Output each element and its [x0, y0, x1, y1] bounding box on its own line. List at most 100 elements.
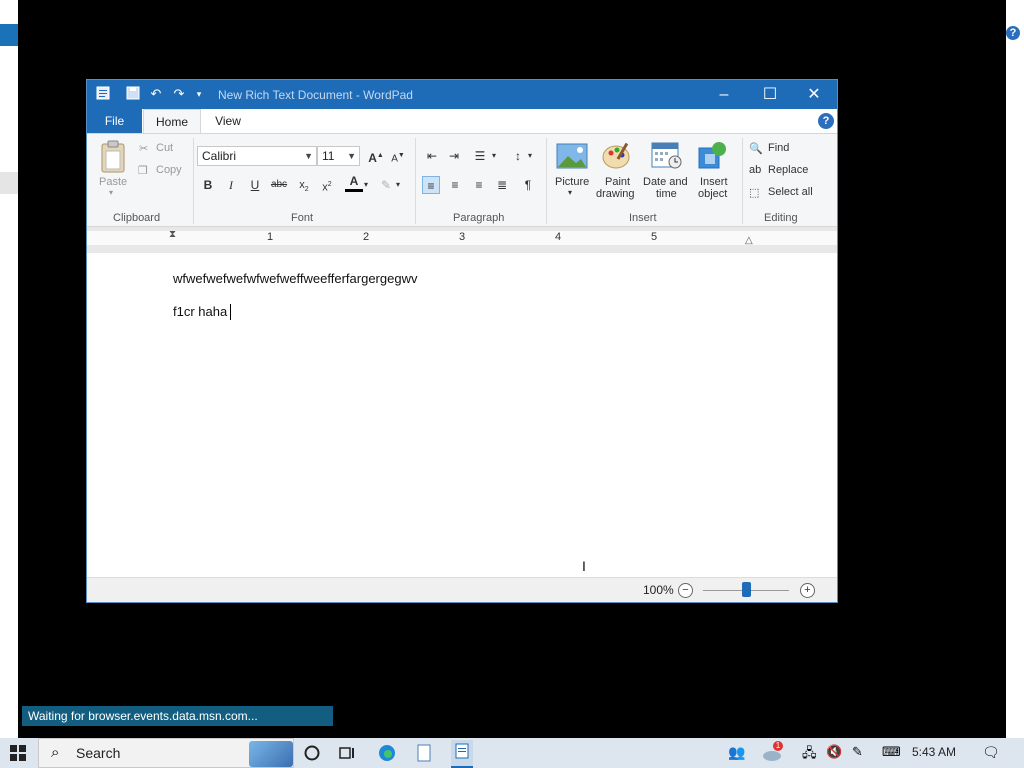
paragraph-group-label: Paragraph: [453, 212, 505, 224]
scissors-icon: ✂: [139, 143, 149, 155]
grow-font-icon[interactable]: A▲: [367, 147, 385, 165]
paint-label-1[interactable]: Paint: [605, 176, 630, 188]
help-icon[interactable]: ?: [818, 113, 834, 129]
find-icon: 🔍: [749, 143, 763, 155]
date-time-icon[interactable]: [651, 140, 683, 170]
text-color-dropdown-icon[interactable]: ▾: [361, 176, 371, 194]
background-window-left-edge: [0, 0, 18, 740]
customize-quick-access-icon[interactable]: ▾: [191, 86, 207, 102]
font-size-select[interactable]: 11 ▼: [317, 146, 360, 166]
bullets-dropdown-icon[interactable]: ▾: [489, 147, 499, 165]
tab-view[interactable]: View: [213, 109, 243, 133]
document-area[interactable]: wfwefwefwefwfwefweffweefferfargergegwv f…: [87, 253, 837, 577]
justify-icon[interactable]: ≣: [493, 176, 511, 194]
object-label-1[interactable]: Insert: [700, 176, 728, 188]
undo-icon[interactable]: ↶: [148, 86, 164, 102]
replace-button[interactable]: Replace: [768, 164, 808, 176]
zoom-in-icon[interactable]: +: [800, 583, 815, 598]
background-help-icon[interactable]: ?: [1006, 26, 1020, 40]
zoom-slider-thumb[interactable]: [741, 582, 751, 597]
paste-dropdown-icon[interactable]: ▾: [109, 188, 113, 197]
picture-button[interactable]: Picture: [555, 176, 589, 188]
decrease-indent-icon[interactable]: ⇤: [423, 147, 441, 165]
ribbon-home: Paste ▾ ✂ Cut ❐ Copy Clipboard Calibri ▼…: [87, 133, 837, 227]
insert-object-icon[interactable]: [697, 140, 729, 170]
chevron-down-icon: ▼: [304, 151, 313, 161]
redo-icon[interactable]: ↷: [171, 86, 187, 102]
close-button[interactable]: ✕: [791, 80, 837, 109]
wordpad-app-icon[interactable]: [95, 86, 111, 102]
align-right-icon[interactable]: ≡: [470, 176, 488, 194]
picture-dropdown-icon[interactable]: ▾: [568, 188, 572, 197]
find-button[interactable]: Find: [768, 142, 789, 154]
align-left-icon[interactable]: ≡: [422, 176, 440, 194]
cut-button[interactable]: Cut: [156, 142, 173, 154]
bold-icon[interactable]: B: [199, 176, 217, 194]
insert-group-label: Insert: [629, 212, 657, 224]
notepad-icon[interactable]: [415, 744, 433, 762]
object-label-2[interactable]: object: [698, 188, 727, 200]
keyboard-icon[interactable]: ⌨: [882, 744, 901, 762]
picture-icon[interactable]: [556, 142, 588, 172]
ruler-mark: 4: [555, 231, 562, 243]
taskbar-search-box[interactable]: ⌕ Search: [38, 738, 294, 768]
paste-button[interactable]: Paste: [99, 176, 127, 188]
task-view-icon[interactable]: [338, 744, 356, 762]
pen-icon[interactable]: ✎: [852, 744, 870, 762]
strikethrough-icon[interactable]: abc: [270, 176, 288, 194]
zoom-out-icon[interactable]: −: [678, 583, 693, 598]
edge-browser-icon[interactable]: [378, 744, 396, 762]
subscript-icon[interactable]: x2: [295, 176, 313, 194]
select-all-button[interactable]: Select all: [768, 186, 813, 198]
editing-group-label: Editing: [764, 212, 798, 224]
save-icon[interactable]: [125, 86, 141, 102]
date-label-2[interactable]: time: [656, 188, 677, 200]
background-blue-tab: [0, 24, 18, 46]
group-divider: [193, 138, 194, 224]
font-family-value: Calibri: [202, 149, 237, 163]
font-size-value: 11: [322, 149, 335, 163]
ribbon-tabs: File Home View ?: [87, 109, 837, 133]
italic-icon[interactable]: I: [222, 176, 240, 194]
font-family-select[interactable]: Calibri ▼: [197, 146, 317, 166]
ruler[interactable]: 1 2 3 4 5 ⧗ △: [87, 227, 837, 253]
minimize-button[interactable]: –: [701, 80, 747, 109]
taskbar-search-label: Search: [76, 745, 121, 761]
highlight-dropdown-icon[interactable]: ▾: [393, 176, 403, 194]
search-icon: ⌕: [51, 744, 60, 761]
tab-file[interactable]: File: [87, 109, 142, 133]
select-all-icon: ⬚: [749, 187, 760, 199]
copy-button[interactable]: Copy: [156, 164, 182, 176]
paste-icon[interactable]: [99, 140, 127, 174]
tab-home[interactable]: Home: [143, 109, 201, 133]
volume-muted-icon[interactable]: 🔇: [826, 744, 844, 762]
shrink-font-icon[interactable]: A▼: [389, 147, 407, 165]
ruler-mark: 3: [459, 231, 466, 243]
document-line[interactable]: f1cr haha: [173, 304, 227, 319]
date-label-1[interactable]: Date and: [643, 176, 688, 188]
search-highlight-image: [249, 741, 293, 767]
left-indent-handle[interactable]: ⧗: [169, 229, 176, 240]
document-line[interactable]: wfwefwefwefwfwefweffweefferfargergegwv: [173, 271, 417, 286]
underline-icon[interactable]: U: [246, 176, 264, 194]
paint-drawing-icon[interactable]: [601, 140, 633, 170]
paragraph-settings-icon[interactable]: ¶: [519, 176, 537, 194]
people-icon[interactable]: 👥: [728, 744, 746, 762]
network-icon[interactable]: 🖧: [802, 744, 820, 762]
cortana-icon[interactable]: [303, 744, 321, 762]
right-indent-handle[interactable]: △: [745, 235, 753, 246]
increase-indent-icon[interactable]: ⇥: [445, 147, 463, 165]
maximize-button[interactable]: ☐: [747, 80, 793, 109]
action-center-icon[interactable]: 🗨: [982, 744, 1000, 762]
taskbar-clock[interactable]: 5:43 AM: [912, 745, 956, 759]
windows-start-icon[interactable]: [10, 745, 26, 761]
bullets-icon[interactable]: ☰: [471, 147, 489, 165]
wordpad-taskbar-icon[interactable]: [451, 740, 473, 768]
replace-icon: ab: [749, 164, 762, 176]
zoom-level: 100%: [643, 583, 674, 597]
title-bar[interactable]: ↶ ↷ ▾ New Rich Text Document - WordPad –…: [87, 80, 837, 109]
superscript-icon[interactable]: x2: [318, 176, 336, 194]
line-spacing-dropdown-icon[interactable]: ▾: [525, 147, 535, 165]
align-center-icon[interactable]: ≡: [446, 176, 464, 194]
paint-label-2[interactable]: drawing: [596, 188, 635, 200]
